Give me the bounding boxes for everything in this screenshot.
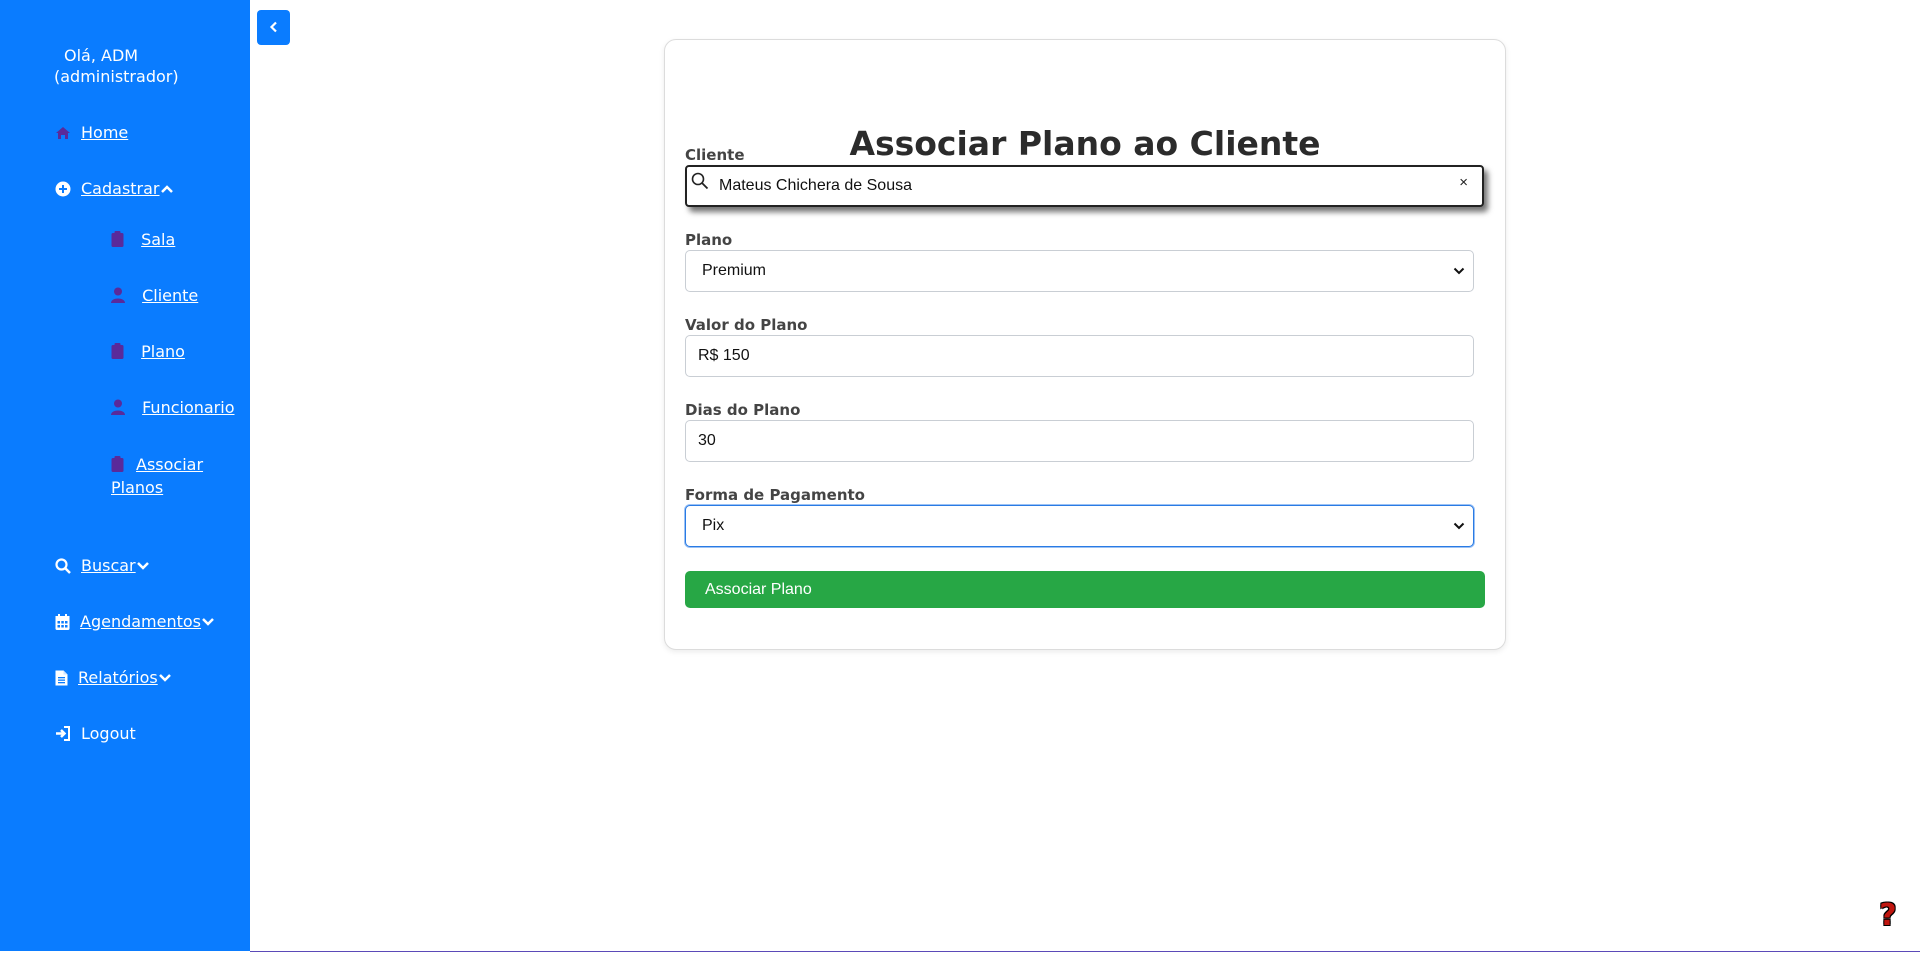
- sidebar-item-label: Buscar: [81, 556, 136, 575]
- chevron-down-icon: [158, 673, 172, 683]
- sidebar-subitem-associar-planos[interactable]: Associar Planos: [111, 454, 221, 498]
- dias-label: Dias do Plano: [685, 401, 801, 419]
- cliente-value: Mateus Chichera de Sousa: [719, 177, 912, 194]
- search-icon: [691, 172, 709, 195]
- valor-value: R$ 150: [698, 347, 750, 364]
- chevron-left-icon: [269, 18, 279, 37]
- dias-field[interactable]: 30: [685, 420, 1474, 462]
- sidebar-subitem-sala[interactable]: Sala: [111, 230, 175, 251]
- bottom-area: [0, 952, 1920, 970]
- home-icon: [55, 126, 71, 140]
- sidebar-item-label: Home: [81, 123, 129, 142]
- sidebar-subitem-label-line2: Planos: [111, 478, 164, 497]
- cliente-label: Cliente: [685, 146, 745, 164]
- user-icon: [111, 399, 125, 419]
- chevron-down-icon: [1453, 262, 1465, 280]
- sidebar-item-relatorios[interactable]: Relatórios: [55, 668, 172, 687]
- clipboard-icon: [111, 343, 124, 363]
- sidebar-item-agendamentos[interactable]: Agendamentos: [55, 612, 215, 631]
- sidebar-subitem-label: Cliente: [142, 286, 199, 305]
- sidebar: Olá, ADM (administrador) Home Cadastrar …: [0, 0, 250, 951]
- user-icon: [111, 287, 125, 307]
- greeting-name: Olá, ADM: [64, 46, 139, 65]
- clipboard-icon: [111, 456, 124, 477]
- dias-value: 30: [698, 432, 716, 449]
- valor-field[interactable]: R$ 150: [685, 335, 1474, 377]
- sidebar-subitem-funcionario[interactable]: Funcionario: [111, 398, 235, 419]
- sidebar-subitem-label: Sala: [141, 230, 176, 249]
- sidebar-item-home[interactable]: Home: [55, 123, 128, 142]
- plano-selected-value: Premium: [702, 262, 767, 279]
- sidebar-subitem-label: Funcionario: [142, 398, 235, 417]
- pagamento-select[interactable]: Pix: [685, 505, 1474, 547]
- sidebar-item-label: Logout: [81, 724, 136, 743]
- cliente-search-input[interactable]: Mateus Chichera de Sousa ×: [685, 165, 1484, 207]
- associar-plano-button[interactable]: Associar Plano: [685, 571, 1485, 608]
- help-icon[interactable]: ?: [1876, 900, 1900, 932]
- plano-label: Plano: [685, 231, 733, 249]
- calendar-icon: [55, 613, 70, 630]
- sidebar-item-buscar[interactable]: Buscar: [55, 556, 150, 575]
- sidebar-subitem-cliente[interactable]: Cliente: [111, 286, 198, 307]
- plus-circle-icon: [55, 181, 71, 197]
- sidebar-item-label: Relatórios: [78, 668, 158, 687]
- sidebar-item-cadastrar[interactable]: Cadastrar: [55, 179, 174, 198]
- document-icon: [55, 670, 68, 686]
- sidebar-item-label: Cadastrar: [81, 179, 160, 198]
- sidebar-subitem-label: Plano: [141, 342, 185, 361]
- pagamento-selected-value: Pix: [702, 517, 725, 534]
- sign-in-icon: [55, 726, 71, 741]
- user-greeting: Olá, ADM (administrador): [54, 45, 244, 87]
- chevron-down-icon: [1453, 517, 1465, 535]
- sidebar-subitem-plano[interactable]: Plano: [111, 342, 185, 363]
- sidebar-item-logout[interactable]: Logout: [55, 724, 136, 743]
- chevron-down-icon: [136, 561, 150, 571]
- clipboard-icon: [111, 231, 124, 251]
- clear-icon[interactable]: ×: [1459, 174, 1468, 191]
- sidebar-toggle-button[interactable]: [257, 10, 290, 45]
- page-title: Associar Plano ao Cliente: [849, 124, 1321, 163]
- plano-select[interactable]: Premium: [685, 250, 1474, 292]
- chevron-up-icon: [160, 184, 174, 194]
- sidebar-item-label: Agendamentos: [80, 612, 202, 631]
- search-icon: [55, 557, 71, 574]
- sidebar-subitem-label-line1: Associar: [136, 455, 204, 474]
- greeting-role: (administrador): [54, 67, 179, 86]
- valor-label: Valor do Plano: [685, 316, 808, 334]
- chevron-down-icon: [202, 617, 215, 627]
- pagamento-label: Forma de Pagamento: [685, 486, 865, 504]
